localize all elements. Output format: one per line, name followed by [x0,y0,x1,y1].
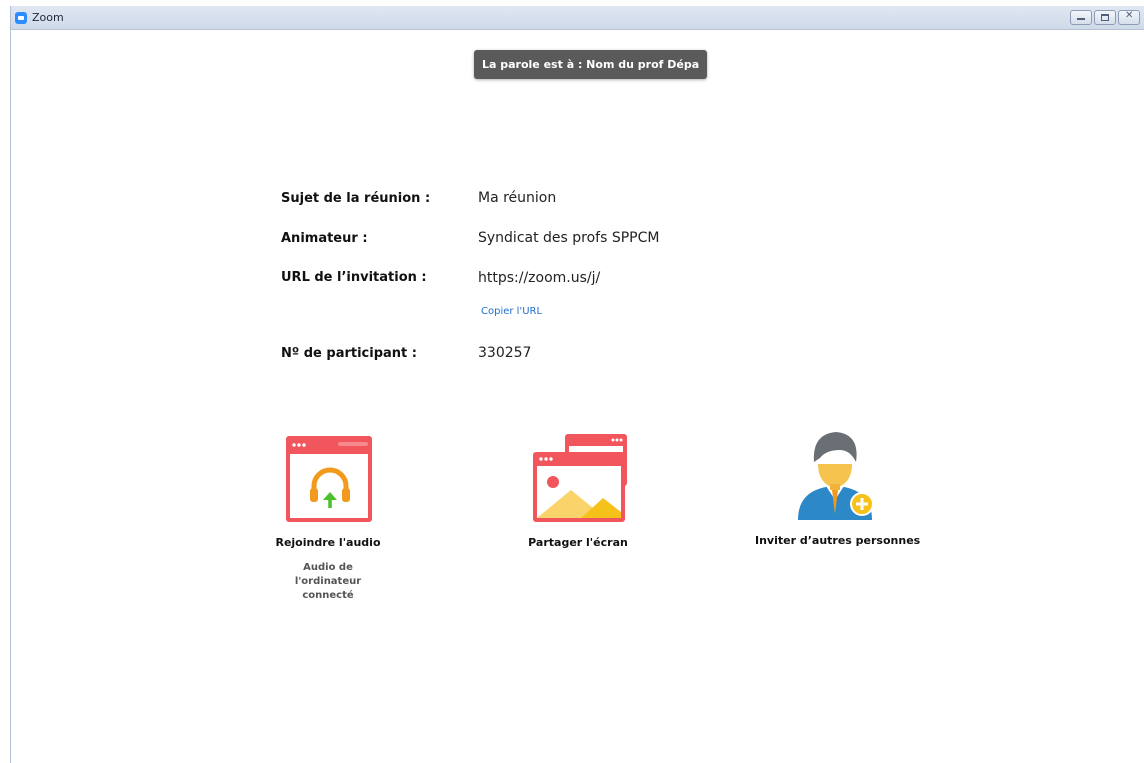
maximize-button[interactable] [1094,10,1116,25]
invite-label: Inviter d’autres personnes [755,534,921,547]
zoom-window: Zoom [10,6,1144,763]
audio-status-line2: connecté [302,590,354,601]
meeting-topic-value: Ma réunion [478,190,557,206]
join-audio-label: Rejoindre l'audio [275,536,381,549]
audio-status-line1: Audio de l'ordinateur [294,562,362,587]
invite-url-label: URL de l’invitation : [281,270,427,285]
zoom-app-icon [15,12,27,24]
host-label: Animateur : [281,231,368,246]
invite-person-icon[interactable] [790,428,880,526]
join-audio-action[interactable]: Rejoindre l'audio Audio de l'ordinateur … [270,434,386,603]
host-value: Syndicat des profs SPPCM [478,230,660,246]
share-screen-action[interactable]: Partager l'écran [518,432,638,549]
window-title: Zoom [32,11,64,24]
share-screen-label: Partager l'écran [528,536,628,549]
headphones-window-icon[interactable] [278,434,378,526]
share-screen-icon[interactable] [523,432,633,526]
title-bar[interactable]: Zoom [11,6,1144,30]
meeting-topic-label: Sujet de la réunion : [281,191,431,206]
participant-id-value: 330257 [478,345,532,361]
invite-url-value: https://zoom.us/j/ [478,270,601,286]
participant-id-label: Nº de participant : [281,346,417,361]
minimize-button[interactable] [1070,10,1092,25]
active-speaker-banner: La parole est à : Nom du prof Dépa [474,50,708,79]
copy-url-link[interactable]: Copier l'URL [481,306,542,317]
invite-action[interactable]: Inviter d’autres personnes [755,428,921,547]
window-controls [1070,10,1140,25]
close-button[interactable] [1118,10,1140,25]
